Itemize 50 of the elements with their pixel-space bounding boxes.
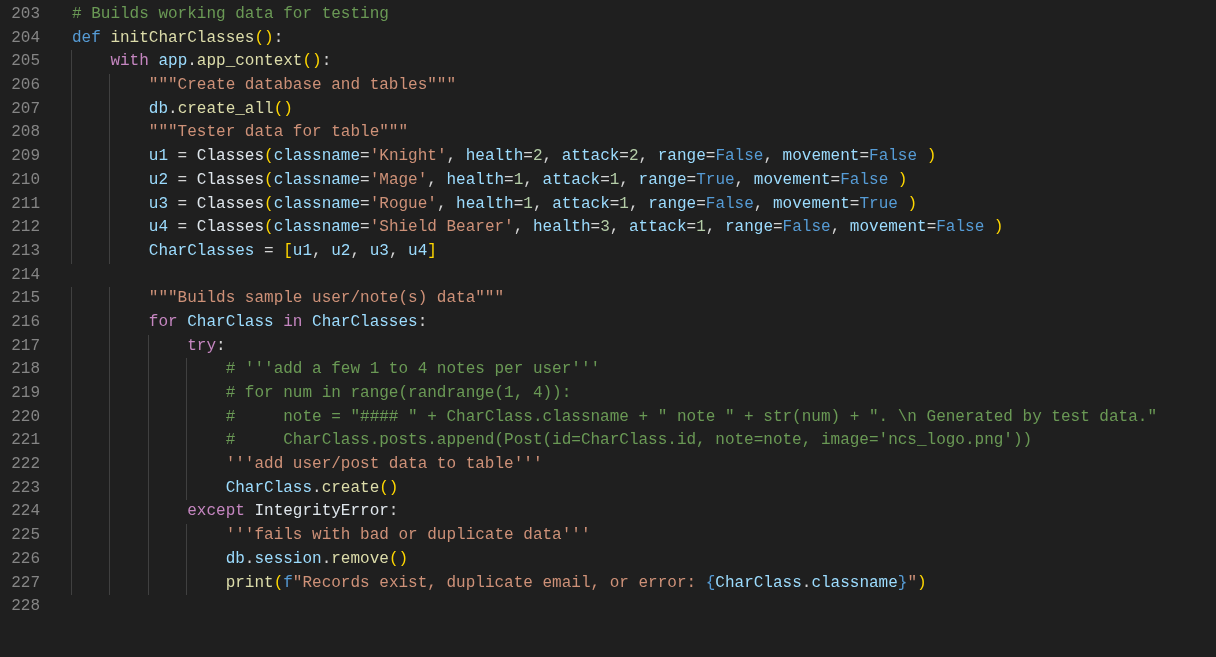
- code-line: '''add user/post data to table''': [72, 453, 543, 477]
- line-number: 206: [10, 75, 40, 97]
- code-line: # CharClass.posts.append(Post(id=CharClass.id, note=note, image='ncs_logo.png')): [72, 429, 1033, 454]
- code-line: # '''add a few 1 to 4 notes per user''': [72, 358, 601, 382]
- code-line: # note = "#### " + CharClass.classname + " note " + str(num) + ". \n Generated by test data.": [72, 405, 1157, 430]
- line-number: 220: [10, 406, 40, 428]
- line-number: 215: [10, 288, 40, 310]
- line-number: 216: [10, 311, 40, 333]
- line-number: 218: [10, 359, 40, 381]
- code-line: u3 = Classes(classname='Rogue', health=1, attack=1, range=False, movement=True ): [72, 192, 918, 217]
- code-line: '''fails with bad or duplicate data''': [72, 524, 591, 548]
- line-number: 207: [10, 98, 40, 120]
- code-line: # for num in range(randrange(1, 4)):: [72, 382, 572, 406]
- code-line: db.session.remove(): [72, 547, 409, 572]
- code-line: for CharClass in CharClasses:: [72, 310, 428, 335]
- code-line: print(f"Records exist, duplicate email, or error: {CharClass.classname}"): [72, 571, 927, 596]
- line-number: 208: [10, 122, 40, 144]
- code-line: """Tester data for table""": [72, 121, 409, 146]
- line-number: 227: [10, 572, 40, 594]
- code-line: except IntegrityError:: [72, 500, 399, 525]
- line-number: 204: [10, 27, 40, 49]
- code-line: """Builds sample user/note(s) data""": [72, 287, 505, 311]
- code-line: CharClass.create(): [72, 476, 399, 501]
- code-line: u2 = Classes(classname='Mage', health=1, attack=1, range=True, movement=False ): [72, 168, 908, 193]
- line-number: 205: [10, 51, 40, 73]
- line-number: 228: [10, 596, 40, 618]
- line-number: 225: [10, 525, 40, 547]
- code-line: with app.app_context():: [72, 50, 332, 75]
- line-number: 211: [10, 193, 40, 215]
- code-line: def initCharClasses():: [72, 27, 284, 49]
- line-number: 222: [10, 454, 40, 476]
- line-number: 221: [10, 430, 40, 452]
- code-line: db.create_all(): [72, 97, 293, 122]
- code-line: u4 = Classes(classname='Shield Bearer', health=3, attack=1, range=False, movement=False ): [72, 216, 1004, 240]
- line-number: 209: [10, 146, 40, 168]
- line-number: 217: [10, 335, 40, 357]
- code-line: # Builds working data for testing: [72, 4, 389, 25]
- code-line: """Create database and tables""": [72, 74, 457, 98]
- line-number: 210: [10, 169, 40, 191]
- line-number: 223: [10, 477, 40, 499]
- line-number: 212: [10, 217, 40, 239]
- code-line: CharClasses = [u1, u2, u3, u4]: [72, 239, 437, 264]
- code-line: u1 = Classes(classname='Knight', health=2, attack=2, range=False, movement=False ): [72, 145, 937, 169]
- line-number: 219: [10, 383, 40, 404]
- line-number: 226: [10, 548, 40, 570]
- line-number: 224: [10, 501, 40, 523]
- line-number: 214: [10, 264, 40, 286]
- code-line: try:: [72, 334, 226, 359]
- line-number: 213: [10, 240, 40, 262]
- line-number: 203: [10, 4, 40, 25]
